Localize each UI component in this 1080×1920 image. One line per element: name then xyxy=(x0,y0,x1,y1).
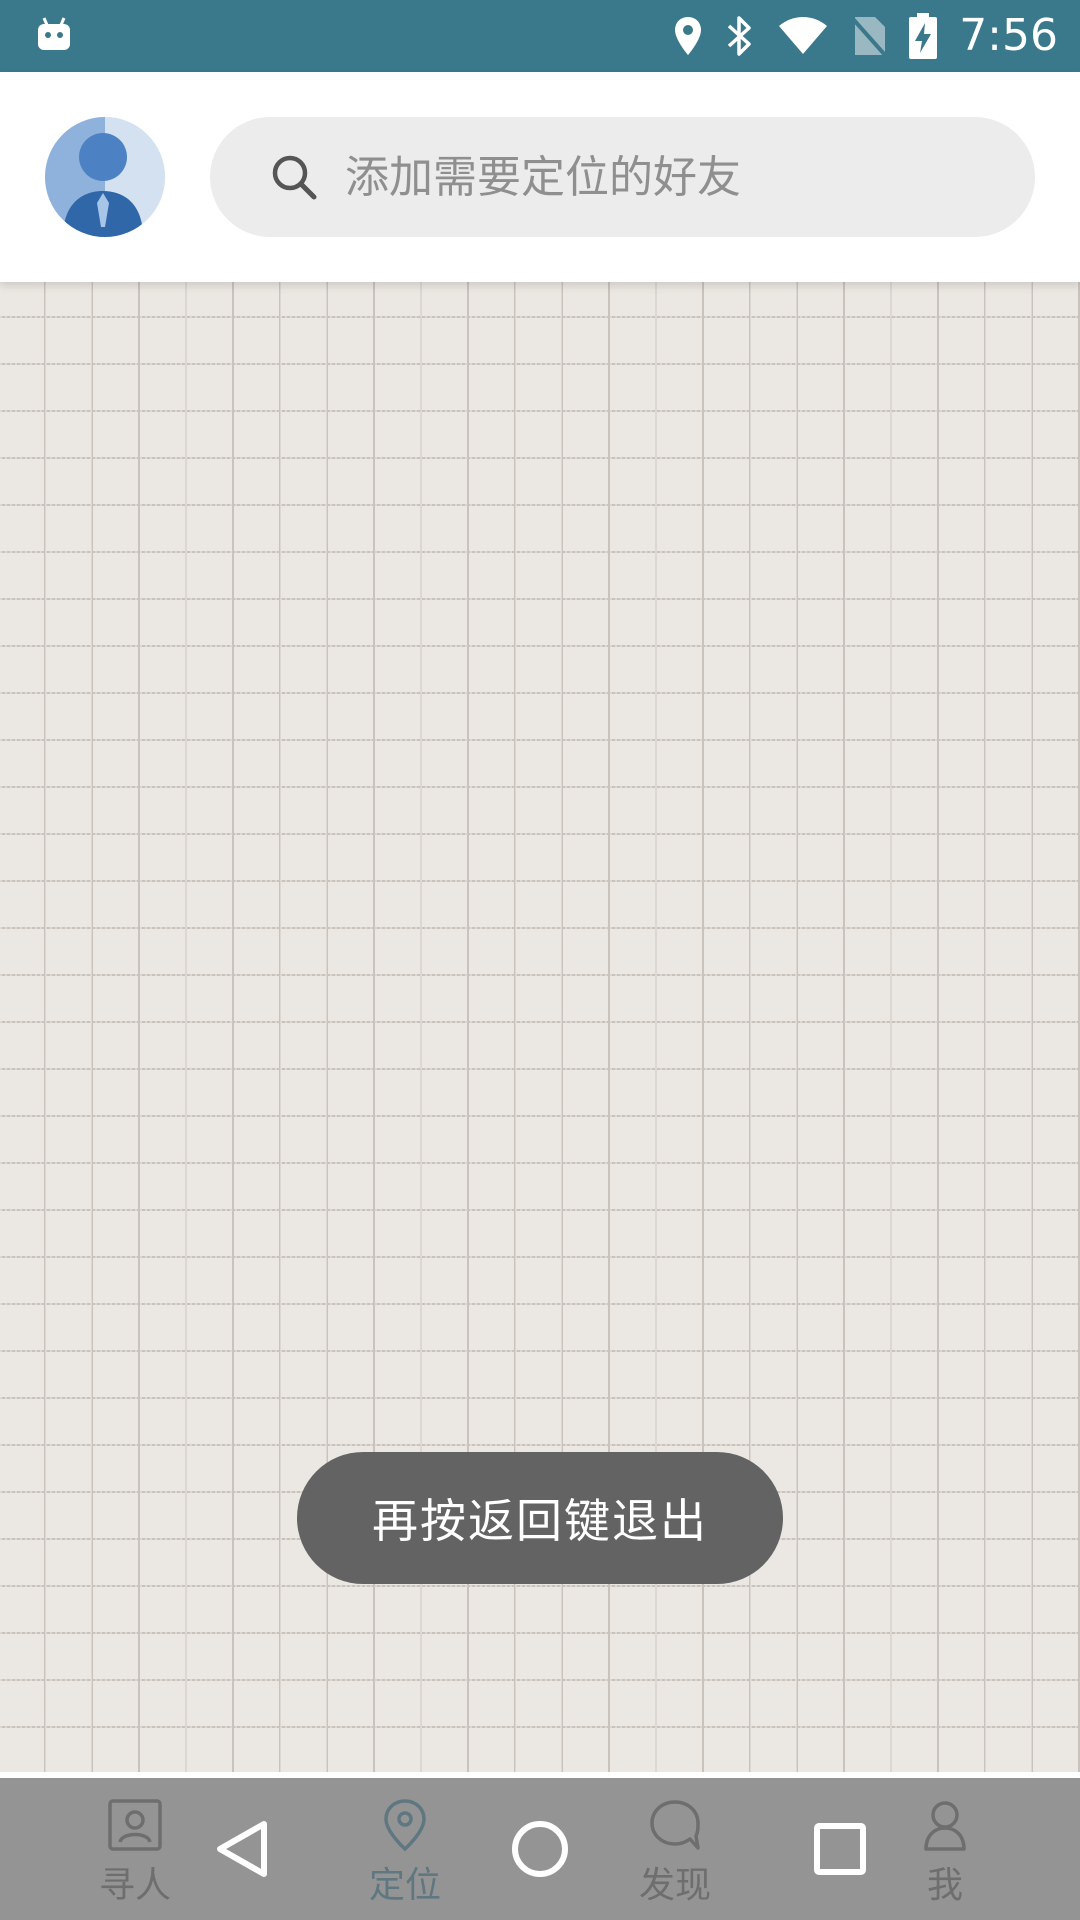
status-icons: 7:56 xyxy=(673,0,1058,72)
back-button[interactable] xyxy=(182,1778,302,1920)
wifi-icon xyxy=(779,17,828,54)
home-icon xyxy=(512,1821,568,1877)
app-screen: 7:56 添加需要定位的好友 再按返回键退出 xyxy=(0,0,1080,1920)
user-avatar-icon[interactable] xyxy=(45,117,165,237)
search-input[interactable] xyxy=(345,117,995,237)
recents-button[interactable] xyxy=(780,1778,900,1920)
battery-charging-icon xyxy=(909,13,938,59)
recents-icon xyxy=(814,1823,866,1875)
android-icon xyxy=(38,17,70,50)
header xyxy=(0,72,1080,282)
system-nav-bar xyxy=(0,1778,1080,1920)
location-icon xyxy=(675,17,702,55)
status-bar: 7:56 xyxy=(0,0,1080,72)
bluetooth-icon xyxy=(728,16,751,56)
home-button[interactable] xyxy=(480,1778,600,1920)
back-icon xyxy=(217,1821,267,1877)
search-bar[interactable] xyxy=(210,117,1035,237)
exit-toast: 再按返回键退出 xyxy=(297,1452,783,1584)
status-time: 7:56 xyxy=(959,10,1058,61)
no-sim-icon xyxy=(851,17,887,57)
search-icon xyxy=(272,155,317,200)
